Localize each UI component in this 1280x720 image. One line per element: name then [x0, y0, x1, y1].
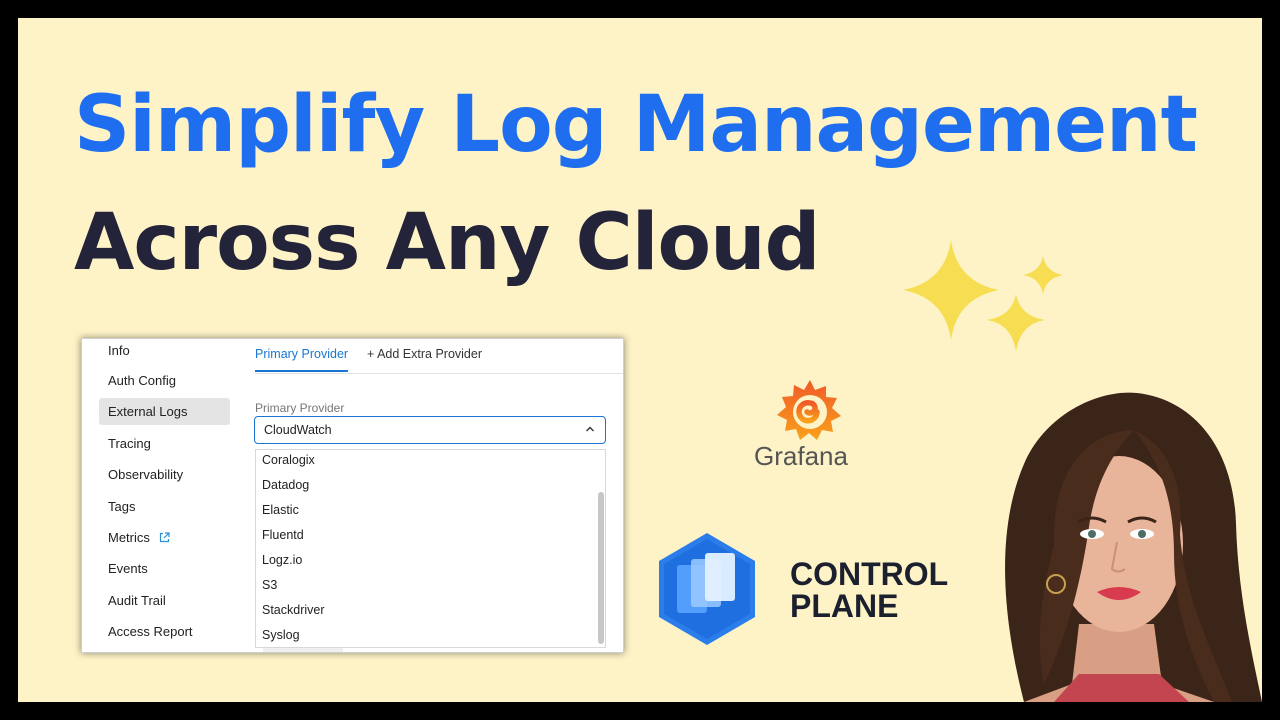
grafana-wordmark: Grafana [754, 441, 848, 471]
sidebar-item-events[interactable]: Events [99, 555, 230, 582]
headline-line-2: Across Any Cloud [74, 198, 820, 288]
external-link-icon [159, 532, 170, 543]
provider-dropdown-list: Coralogix Datadog Elastic Fluentd Logz.i… [255, 449, 606, 648]
control-plane-logo-icon [659, 533, 755, 645]
tab-primary-provider[interactable]: Primary Provider [255, 347, 349, 372]
sidebar-item-audit-trail[interactable]: Audit Trail [99, 587, 230, 614]
option-datadog[interactable]: Datadog [262, 478, 309, 492]
select-value: CloudWatch [264, 423, 332, 437]
grafana-logo-icon [777, 380, 841, 440]
sidebar-item-metrics[interactable]: Metrics [99, 524, 230, 551]
sidebar-item-auth-config[interactable]: Auth Config [99, 367, 230, 394]
option-syslog[interactable]: Syslog [262, 628, 300, 642]
tab-add-extra-provider[interactable]: + Add Extra Provider [367, 347, 482, 361]
provider-tabs: Primary Provider + Add Extra Provider [255, 339, 623, 374]
presenter-photo [1005, 392, 1262, 702]
sidebar-item-access-report[interactable]: Access Report [99, 618, 230, 645]
option-stackdriver[interactable]: Stackdriver [262, 603, 325, 617]
sidebar-item-tags[interactable]: Tags [99, 493, 230, 520]
chevron-up-icon [586, 426, 594, 432]
option-elastic[interactable]: Elastic [262, 503, 299, 517]
option-logzio[interactable]: Logz.io [262, 553, 302, 567]
dropdown-scrollbar[interactable] [598, 492, 604, 644]
sidebar-item-observability[interactable]: Observability [99, 461, 230, 488]
primary-provider-select[interactable]: CloudWatch [254, 416, 606, 444]
thumbnail-canvas: Simplify Log Management Across Any Cloud… [18, 18, 1262, 702]
headline-line-1: Simplify Log Management [74, 80, 1198, 170]
option-coralogix[interactable]: Coralogix [262, 453, 315, 467]
sparkles-icon [903, 240, 1063, 352]
control-plane-wordmark: CONTROL PLANE [790, 556, 949, 624]
sidebar-item-info[interactable]: Info [99, 339, 230, 364]
hidden-option-peek [263, 648, 343, 652]
option-fluentd[interactable]: Fluentd [262, 528, 304, 542]
option-s3[interactable]: S3 [262, 578, 277, 592]
primary-provider-label: Primary Provider [255, 401, 345, 415]
log-provider-screenshot: Info Auth Config External Logs Tracing O… [81, 338, 624, 653]
sidebar-item-external-logs[interactable]: External Logs [99, 398, 230, 425]
sidebar-item-tracing[interactable]: Tracing [99, 430, 230, 457]
